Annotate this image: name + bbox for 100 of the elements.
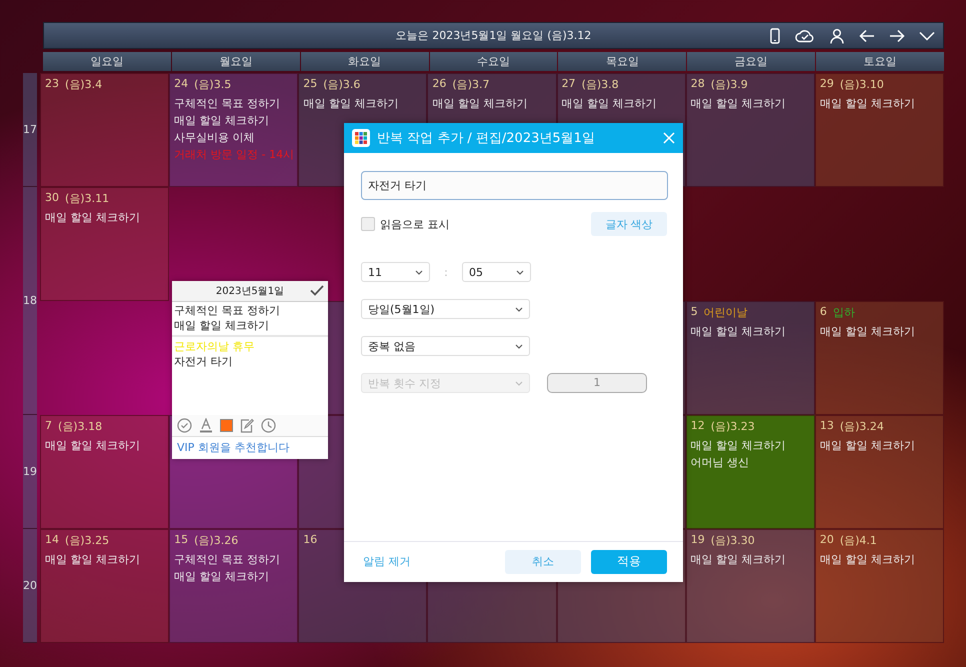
event-entry[interactable]: 매일 할일 체크하기 <box>174 568 294 585</box>
day-number: 27 <box>562 77 576 92</box>
chevron-down-icon[interactable] <box>919 31 935 41</box>
chevron-down-icon <box>516 270 524 274</box>
chevron-down-icon <box>515 380 523 386</box>
day-note: (음)3.4 <box>65 77 102 92</box>
event-entry[interactable]: 매일 할일 체크하기 <box>562 95 681 112</box>
event-entry[interactable]: 매일 할일 체크하기 <box>45 551 164 568</box>
day-number: 13 <box>820 419 834 434</box>
event-entry[interactable]: 매일 할일 체크하기 <box>820 323 939 340</box>
day-note: (음)3.18 <box>58 419 102 434</box>
day-number: 15 <box>174 533 188 548</box>
mark-read-checkbox[interactable] <box>361 217 375 231</box>
event-entry[interactable]: 구체적인 목표 정하기 <box>174 551 294 568</box>
check-circle-icon[interactable] <box>177 418 192 433</box>
event-entry[interactable]: 매일 할일 체크하기 <box>45 437 164 454</box>
chevron-down-icon <box>515 344 523 348</box>
clock-icon[interactable] <box>261 418 276 433</box>
event-entry[interactable]: 매일 할일 체크하기 <box>690 95 810 112</box>
day-number: 23 <box>45 77 59 92</box>
note-line: 매일 할일 체크하기 <box>174 318 270 333</box>
day-number: 28 <box>690 77 705 92</box>
day-number: 26 <box>432 77 446 92</box>
day-note: (음)3.11 <box>65 191 110 206</box>
day-note: (음)3.23 <box>710 419 755 434</box>
color-swatch-icon[interactable] <box>220 419 233 432</box>
day-note: (음)3.9 <box>710 77 748 92</box>
day-number: 30 <box>45 191 59 206</box>
day-note: (음)3.30 <box>710 533 755 548</box>
day-note: (음)3.24 <box>840 419 884 434</box>
day-note: (음)3.25 <box>65 533 110 548</box>
day-number: 5 <box>690 305 698 320</box>
week-number: 18 <box>23 187 37 415</box>
event-entry[interactable]: 매일 할일 체크하기 <box>45 209 164 226</box>
chevron-down-icon <box>415 270 423 274</box>
chevron-down-icon <box>515 306 523 312</box>
today-label: 오늘은 2023년5월1일 월요일 (음)3.12 <box>396 28 592 43</box>
arrow-right-icon[interactable] <box>889 29 905 43</box>
weekday-header: 월요일 <box>172 52 300 71</box>
weekday-header: 일요일 <box>43 52 171 71</box>
event-entry[interactable]: 매일 할일 체크하기 <box>303 95 422 112</box>
day-number: 7 <box>45 419 52 434</box>
day-number: 20 <box>820 533 834 548</box>
text-color-icon[interactable] <box>199 418 213 433</box>
event-entry[interactable]: 구체적인 목표 정하기 <box>174 95 294 112</box>
dropdown-select[interactable]: 중복 없음 <box>361 336 530 356</box>
day-note: 어린이날 <box>704 305 748 320</box>
event-entry[interactable]: 매일 할일 체크하기 <box>820 551 939 568</box>
time-separator: : <box>443 266 449 278</box>
edit-note-icon[interactable] <box>240 418 254 433</box>
note-date: 2023년5월1일 <box>216 285 284 298</box>
arrow-left-icon[interactable] <box>859 29 875 43</box>
day-number: 19 <box>690 533 705 548</box>
task-input-field[interactable]: 자전거 타기 <box>361 171 668 200</box>
week-number: 20 <box>23 529 37 643</box>
day-note: (음)3.26 <box>194 533 238 548</box>
checkmark-icon[interactable] <box>310 285 324 296</box>
event-entry[interactable]: 매일 할일 체크하기 <box>690 323 810 340</box>
week-number: 19 <box>23 415 37 529</box>
day-number: 25 <box>303 77 318 92</box>
note-line: 근로자의날 휴무 <box>174 339 256 354</box>
minute-select[interactable]: 05 <box>462 262 531 282</box>
day-number: 24 <box>174 77 188 92</box>
hour-select[interactable]: 11 <box>361 262 430 282</box>
day-number: 16 <box>303 533 318 546</box>
weekday-header: 금요일 <box>687 52 816 71</box>
dropdown-select[interactable]: 당일(5월1일) <box>361 299 530 319</box>
event-entry[interactable]: 매일 할일 체크하기 <box>820 95 939 112</box>
day-number: 29 <box>820 77 834 92</box>
weekday-header: 토요일 <box>816 52 944 71</box>
phone-icon[interactable] <box>769 28 781 44</box>
event-entry[interactable]: 매일 할일 체크하기 <box>174 112 294 129</box>
day-note: (음)3.10 <box>840 77 884 92</box>
weekday-header: 화요일 <box>300 52 429 71</box>
event-entry[interactable]: 매일 할일 체크하기 <box>820 437 939 454</box>
checkbox-label: 읽음으로 표시 <box>380 216 450 232</box>
day-note: (음)3.7 <box>452 77 490 92</box>
event-entry[interactable]: 어머님 생신 <box>690 454 810 471</box>
note-line: 자전거 타기 <box>174 354 234 369</box>
day-number: 12 <box>690 419 705 434</box>
day-note: (음)3.8 <box>582 77 619 92</box>
close-icon[interactable] <box>663 132 675 144</box>
vip-recommend-link[interactable]: VIP 회원을 추천합니다 <box>172 437 328 459</box>
event-entry[interactable]: 매일 할일 체크하기 <box>690 551 810 568</box>
event-entry[interactable]: 사무실비용 이체 <box>174 129 294 146</box>
user-icon[interactable] <box>829 28 845 44</box>
event-entry[interactable]: 매일 할일 체크하기 <box>690 437 810 454</box>
event-entry[interactable]: 매일 할일 체크하기 <box>432 95 552 112</box>
day-note: 입하 <box>832 305 855 320</box>
day-number: 6 <box>820 305 827 320</box>
dialog-title: 반복 작업 추가 / 편집/2023년5월1일 <box>377 130 596 147</box>
day-note: (음)3.6 <box>323 77 360 92</box>
app-logo-icon <box>352 129 370 147</box>
day-number: 14 <box>45 533 59 548</box>
week-number: 17 <box>23 73 37 187</box>
note-line: 구체적인 목표 정하기 <box>174 303 281 318</box>
cloud-check-icon[interactable] <box>795 29 815 43</box>
weekday-header: 수요일 <box>430 52 558 71</box>
weekday-header: 목요일 <box>558 52 686 71</box>
day-note: (음)3.5 <box>194 77 232 92</box>
